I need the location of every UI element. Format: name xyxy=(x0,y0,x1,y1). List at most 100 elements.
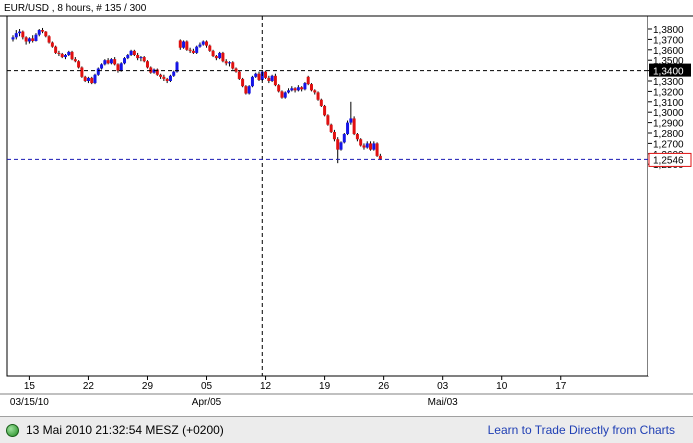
chart-title: EUR/USD , 8 hours, # 135 / 300 xyxy=(4,3,147,14)
candle-down xyxy=(378,155,382,160)
candle-up xyxy=(34,34,38,41)
candle-up xyxy=(86,77,90,81)
x-tick-label: 26 xyxy=(378,381,390,392)
candle-down xyxy=(21,31,25,38)
candle-up xyxy=(14,33,18,38)
x-tick-label: 03 xyxy=(437,381,449,392)
candle-down xyxy=(165,78,169,81)
x-tick-label: 22 xyxy=(83,381,95,392)
candle-down xyxy=(326,115,330,125)
candle-up xyxy=(339,142,343,150)
candle-down xyxy=(221,52,225,62)
candle-down xyxy=(116,64,120,71)
candle-down xyxy=(57,52,61,54)
y-tick-label: 1,3100 xyxy=(653,98,684,109)
candle-down xyxy=(83,76,87,81)
candle-up xyxy=(152,69,156,73)
y-tick-label: 1,3800 xyxy=(653,25,684,36)
candle-down xyxy=(309,84,313,91)
candle-down xyxy=(188,49,192,51)
candle-up xyxy=(250,76,254,87)
crosshair-price-label: 1,3400 xyxy=(653,67,684,78)
candle-down xyxy=(237,71,241,79)
candle-up xyxy=(67,51,71,55)
x-tick-label: 15 xyxy=(24,381,36,392)
candle-down xyxy=(277,85,281,92)
candle-up xyxy=(63,55,67,58)
candle-up xyxy=(247,86,251,94)
learn-to-trade-link[interactable]: Learn to Trade Directly from Charts xyxy=(488,423,675,437)
candle-down xyxy=(77,61,81,68)
candle-up xyxy=(18,31,22,34)
candle-down xyxy=(73,59,77,62)
candle-down xyxy=(44,31,48,37)
candle-up xyxy=(96,68,100,75)
plot-area-frame xyxy=(6,15,649,377)
candle-down xyxy=(264,71,268,78)
candle-down xyxy=(47,36,51,43)
candle-down xyxy=(244,86,248,94)
candle-down xyxy=(352,118,356,135)
candle-down xyxy=(316,92,320,100)
candle-down xyxy=(80,67,84,77)
candle-down xyxy=(205,41,209,46)
y-tick-label: 1,3600 xyxy=(653,46,684,57)
candle-up xyxy=(27,38,31,42)
candle-down xyxy=(280,91,284,98)
candle-up xyxy=(119,63,123,71)
candle-down xyxy=(132,50,136,55)
candle-down xyxy=(24,37,28,42)
month-label: Apr/05 xyxy=(192,397,222,408)
candle-up xyxy=(227,62,231,64)
candle-down xyxy=(31,38,35,41)
candle-down xyxy=(323,105,327,116)
x-tick-label: 10 xyxy=(496,381,508,392)
candle-up xyxy=(198,44,202,47)
candle-down xyxy=(145,61,149,68)
candle-down xyxy=(224,61,228,64)
candle-down xyxy=(300,87,304,90)
candle-down xyxy=(313,90,317,93)
candle-up xyxy=(100,64,104,69)
candle-down xyxy=(234,68,238,72)
candle-up xyxy=(283,92,287,98)
last-price-label: 1,2546 xyxy=(653,155,684,166)
y-tick-label: 1,3700 xyxy=(653,35,684,46)
candle-down xyxy=(306,76,310,85)
candle-up xyxy=(126,55,130,59)
y-tick-label: 1,2700 xyxy=(653,139,684,150)
candle-down xyxy=(208,45,212,51)
candle-down xyxy=(359,139,363,146)
candle-down xyxy=(113,59,117,65)
candle-up xyxy=(346,122,350,135)
candle-down xyxy=(241,78,245,87)
candle-up xyxy=(172,71,176,76)
candle-up xyxy=(290,88,294,91)
candle-down xyxy=(273,75,277,86)
candle-down xyxy=(211,50,215,57)
candle-down xyxy=(257,73,261,80)
status-bar: 13 Mai 2010 21:32:54 MESZ (+0200) Learn … xyxy=(0,416,693,443)
candle-down xyxy=(106,60,110,64)
x-tick-label: 19 xyxy=(319,381,331,392)
candle-down xyxy=(214,56,218,59)
candle-down xyxy=(178,40,182,48)
candle-down xyxy=(369,143,373,150)
candle-up xyxy=(296,87,300,91)
candle-up xyxy=(93,74,97,84)
y-tick-label: 1,3000 xyxy=(653,108,684,119)
candle-down xyxy=(336,139,340,150)
candle-down xyxy=(70,51,74,60)
candle-up xyxy=(11,37,15,40)
candle-up xyxy=(168,75,172,81)
candle-down xyxy=(329,124,333,132)
candle-up xyxy=(195,46,199,53)
connection-status-icon xyxy=(6,424,19,437)
candle-down xyxy=(142,57,146,62)
chart-svg[interactable]: EUR/USD , 8 hours, # 135 / 300 1,38001,3… xyxy=(0,0,693,416)
candle-up xyxy=(37,30,41,35)
y-tick-label: 1,2900 xyxy=(653,119,684,130)
candle-down xyxy=(50,42,54,47)
y-tick-label: 1,2800 xyxy=(653,129,684,140)
candle-up xyxy=(123,58,127,64)
